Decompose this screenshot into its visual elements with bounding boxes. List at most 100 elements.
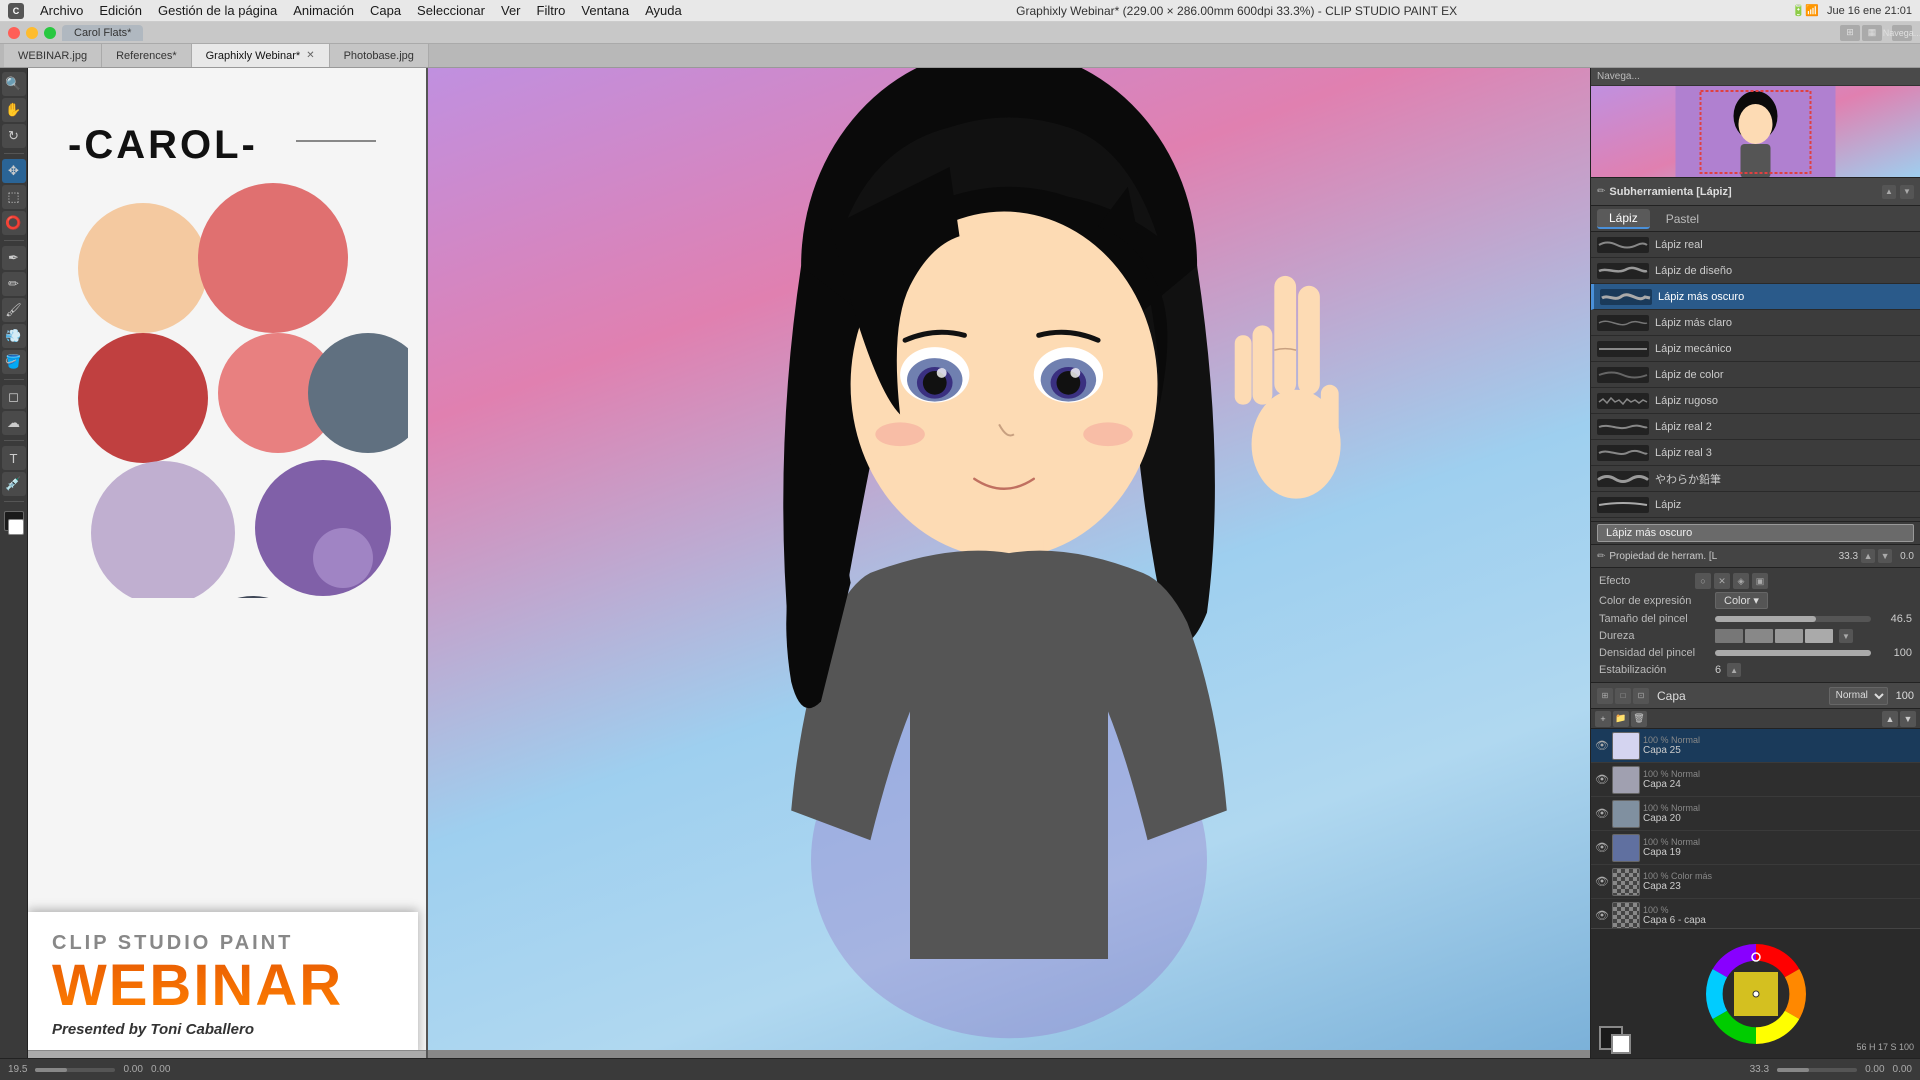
menu-item-ver[interactable]: Ver (501, 3, 521, 18)
tab-lapiz[interactable]: Lápiz (1597, 209, 1650, 229)
tool-lasso[interactable]: ⭕ (2, 211, 26, 235)
layer-icon-2[interactable]: □ (1615, 688, 1631, 704)
toolbar-icon2[interactable]: ▦ (1862, 25, 1882, 41)
layer-row-capa24[interactable]: 👁 100 % Normal Capa 24 (1591, 763, 1920, 797)
density-slider[interactable] (1715, 650, 1871, 656)
main-canvas[interactable] (428, 68, 1590, 1058)
lt-btn-2[interactable]: 📁 (1613, 711, 1629, 727)
layer-eye-capa19[interactable]: 👁 (1595, 841, 1609, 854)
toolbar-icon[interactable]: ⊞ (1840, 25, 1860, 41)
brush-item-lapiz-mecanico[interactable]: Lápiz mecánico (1591, 336, 1920, 362)
layer-eye-capa25[interactable]: 👁 (1595, 739, 1609, 752)
hard-btn-1[interactable] (1715, 629, 1743, 643)
brush-item-lapiz-diseno[interactable]: Lápiz de diseño (1591, 258, 1920, 284)
tool-text[interactable]: T (2, 446, 26, 470)
layer-eye-capa6c[interactable]: 👁 (1595, 909, 1609, 922)
menu-item-gestion[interactable]: Gestión de la página (158, 3, 277, 18)
win-close[interactable] (8, 27, 20, 39)
bg-swatch[interactable] (1611, 1034, 1631, 1054)
tool-airbrush[interactable]: 💨 (2, 324, 26, 348)
brush-item-lapiz-claro[interactable]: Lápiz más claro (1591, 310, 1920, 336)
tool-hand[interactable]: ✋ (2, 98, 26, 122)
size-slider[interactable] (1715, 616, 1871, 622)
layer-row-capa20[interactable]: 👁 100 % Normal Capa 20 (1591, 797, 1920, 831)
stab-up[interactable]: ▲ (1727, 663, 1741, 677)
background-color[interactable] (8, 519, 24, 535)
tool-pencil[interactable]: ✏ (2, 272, 26, 296)
layer-icon-1[interactable]: ⊞ (1597, 688, 1613, 704)
zoom-slider-left[interactable] (35, 1068, 115, 1072)
brush-item-lapiz[interactable]: Lápiz (1591, 492, 1920, 518)
brush-item-lapiz-real3[interactable]: Lápiz real 3 (1591, 440, 1920, 466)
layer-icon-3[interactable]: ⊡ (1633, 688, 1649, 704)
layer-eye-capa20[interactable]: 👁 (1595, 807, 1609, 820)
hard-btn-2[interactable] (1745, 629, 1773, 643)
subtool-scroll-up[interactable]: ▲ (1882, 185, 1896, 199)
layer-mode-select[interactable]: Normal (1829, 687, 1888, 705)
tool-zoom[interactable]: 🔍 (2, 72, 26, 96)
layer-thumb-capa25 (1612, 732, 1640, 760)
tool-rotate[interactable]: ↻ (2, 124, 26, 148)
subtool-scroll-down[interactable]: ▼ (1900, 185, 1914, 199)
lt-btn-4[interactable]: ▲ (1882, 711, 1898, 727)
menu-item-filtro[interactable]: Filtro (537, 3, 566, 18)
doc-tab-webinar-jpg[interactable]: WEBINAR.jpg (4, 44, 102, 67)
hardness-scroll[interactable]: ▼ (1839, 629, 1853, 643)
effect-btn-4[interactable]: ▣ (1752, 573, 1768, 589)
menu-item-ayuda[interactable]: Ayuda (645, 3, 682, 18)
effect-btn-1[interactable]: ○ (1695, 573, 1711, 589)
tool-move[interactable]: ✥ (2, 159, 26, 183)
brush-item-yawaraka[interactable]: やわらか鉛筆 (1591, 466, 1920, 492)
layer-row-capa19[interactable]: 👁 100 % Normal Capa 19 (1591, 831, 1920, 865)
layer-row-capa23[interactable]: 👁 100 % Color más Capa 23 (1591, 865, 1920, 899)
layer-eye-capa24[interactable]: 👁 (1595, 773, 1609, 786)
stab-label: Estabilización (1599, 664, 1709, 676)
lt-btn-5[interactable]: ▼ (1900, 711, 1916, 727)
color-wheel[interactable] (1701, 939, 1811, 1049)
doc-tab-references[interactable]: References* (102, 44, 192, 67)
tool-eraser[interactable]: ◻ (2, 385, 26, 409)
size-down-btn[interactable]: ▼ (1878, 549, 1892, 563)
hard-btn-3[interactable] (1775, 629, 1803, 643)
menu-item-capa[interactable]: Capa (370, 3, 401, 18)
tab-pastel[interactable]: Pastel (1654, 210, 1711, 228)
left-canvas-scrollbar[interactable] (28, 1050, 426, 1058)
brush-preview (1597, 315, 1649, 331)
win-max[interactable] (44, 27, 56, 39)
effect-btn-3[interactable]: ◈ (1733, 573, 1749, 589)
tool-pen[interactable]: ✒ (2, 246, 26, 270)
brush-item-lapiz-real2[interactable]: Lápiz real 2 (1591, 414, 1920, 440)
doc-tab-graphixly[interactable]: Graphixly Webinar* ✕ (192, 44, 330, 67)
size-up-btn[interactable]: ▲ (1861, 549, 1875, 563)
tool-eyedrop[interactable]: 💉 (2, 472, 26, 496)
status-val-2: 0.00 (123, 1064, 142, 1075)
hard-btn-4[interactable] (1805, 629, 1833, 643)
brush-item-murappoi[interactable]: むらっぽい斜線ブラシ (1591, 518, 1920, 522)
tool-brush[interactable]: 🖌 (2, 298, 26, 322)
doc-tab-photobase[interactable]: Photobase.jpg (330, 44, 429, 67)
layer-row-capa6capa[interactable]: 👁 100 % Capa 6 - capa (1591, 899, 1920, 928)
win-min[interactable] (26, 27, 38, 39)
tool-fill[interactable]: 🪣 (2, 350, 26, 374)
menu-item-ventana[interactable]: Ventana (581, 3, 629, 18)
left-panel-tab[interactable]: Carol Flats* (62, 25, 143, 41)
layer-eye-capa23[interactable]: 👁 (1595, 875, 1609, 888)
color-expr-select[interactable]: Color ▾ (1715, 592, 1768, 609)
lt-btn-3[interactable]: 🗑 (1631, 711, 1647, 727)
layer-row-capa25[interactable]: 👁 100 % Normal Capa 25 (1591, 729, 1920, 763)
brush-item-lapiz-oscuro[interactable]: Lápiz más oscuro (1591, 284, 1920, 310)
menu-item-animacion[interactable]: Animación (293, 3, 354, 18)
menu-item-edicion[interactable]: Edición (99, 3, 142, 18)
menu-item-archivo[interactable]: Archivo (40, 3, 83, 18)
effect-btn-2[interactable]: ✕ (1714, 573, 1730, 589)
menu-item-seleccionar[interactable]: Seleccionar (417, 3, 485, 18)
brush-item-lapiz-real[interactable]: Lápiz real (1591, 232, 1920, 258)
brush-item-lapiz-rugoso[interactable]: Lápiz rugoso (1591, 388, 1920, 414)
brush-item-lapiz-color[interactable]: Lápiz de color (1591, 362, 1920, 388)
tab-close-graphixly[interactable]: ✕ (306, 50, 314, 61)
right-canvas-scrollbar[interactable] (428, 1050, 1590, 1058)
zoom-slider-right[interactable] (1777, 1068, 1857, 1072)
lt-btn-1[interactable]: + (1595, 711, 1611, 727)
tool-blur[interactable]: ☁ (2, 411, 26, 435)
tool-select[interactable]: ⬚ (2, 185, 26, 209)
